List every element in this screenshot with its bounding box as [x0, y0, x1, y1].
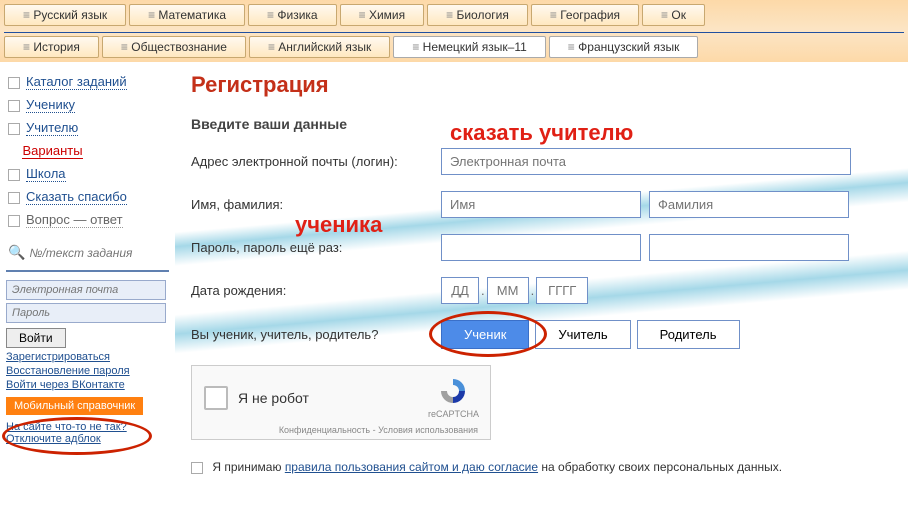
tab-english[interactable]: Английский язык — [249, 36, 390, 58]
role-student-button[interactable]: Ученик — [441, 320, 529, 349]
sidebar-item-thanks[interactable]: Сказать спасибо — [6, 185, 169, 208]
tab-chemistry[interactable]: Химия — [340, 4, 425, 26]
role-label: Вы ученик, учитель, родитель? — [191, 327, 441, 342]
name-label: Имя, фамилия: — [191, 197, 441, 212]
login-password-input[interactable] — [6, 303, 166, 323]
tab-social[interactable]: Обществознание — [102, 36, 246, 58]
tab-german[interactable]: Немецкий язык–11 — [393, 36, 545, 58]
tab-physics[interactable]: Физика — [248, 4, 337, 26]
search-box: 🔍 — [6, 241, 169, 264]
dob-month-input[interactable] — [487, 277, 529, 304]
sidebar-item-school[interactable]: Школа — [6, 162, 169, 185]
register-link[interactable]: Зарегистрироваться — [6, 350, 169, 364]
adblock-link[interactable]: Отключите адблок — [6, 433, 169, 445]
tab-geography[interactable]: География — [531, 4, 639, 26]
password-label: Пароль, пароль ещё раз: — [191, 240, 441, 255]
dob-day-input[interactable] — [441, 277, 479, 304]
dob-label: Дата рождения: — [191, 283, 441, 298]
tab-russian[interactable]: Русский язык — [4, 4, 126, 26]
page-title: Регистрация — [191, 72, 892, 98]
site-issue-link[interactable]: На сайте что-то не так? — [6, 421, 169, 433]
email-label: Адрес электронной почты (логин): — [191, 154, 441, 169]
sidebar-item-student[interactable]: Ученику — [6, 93, 169, 116]
login-email-input[interactable] — [6, 280, 166, 300]
email-input[interactable] — [441, 148, 851, 175]
mobile-reference-button[interactable]: Мобильный справочник — [6, 397, 143, 415]
tab-math[interactable]: Математика — [129, 4, 245, 26]
password-confirm-input[interactable] — [649, 234, 849, 261]
login-box: Войти Зарегистрироваться Восстановление … — [6, 280, 169, 392]
login-button[interactable]: Войти — [6, 328, 66, 348]
sidebar-item-qa[interactable]: Вопрос — ответ — [6, 208, 169, 231]
restore-password-link[interactable]: Восстановление пароля — [6, 364, 169, 378]
firstname-input[interactable] — [441, 191, 641, 218]
recaptcha-terms: Конфиденциальность - Условия использован… — [204, 425, 478, 435]
recaptcha-label: Я не робот — [238, 390, 428, 406]
sidebar-item-catalog[interactable]: Каталог заданий — [6, 70, 169, 93]
tab-biology[interactable]: Биология — [427, 4, 528, 26]
lastname-input[interactable] — [649, 191, 849, 218]
sidebar-item-variants[interactable]: Варианты — [6, 139, 169, 162]
consent-row[interactable]: Я принимаю правила пользования сайтом и … — [191, 460, 892, 474]
sidebar-item-teacher[interactable]: Учителю — [6, 116, 169, 139]
recaptcha-widget: Я не робот reCAPTCHA Конфиденциальность … — [191, 365, 491, 440]
sidebar: Каталог заданий Ученику Учителю Варианты… — [0, 62, 175, 484]
page-subtitle: Введите ваши данные — [191, 116, 892, 132]
recaptcha-checkbox[interactable] — [204, 386, 228, 410]
dob-year-input[interactable] — [536, 277, 588, 304]
role-parent-button[interactable]: Родитель — [637, 320, 740, 349]
search-icon: 🔍 — [8, 244, 25, 261]
tab-french[interactable]: Французский язык — [549, 36, 699, 58]
role-teacher-button[interactable]: Учитель — [535, 320, 630, 349]
search-input[interactable] — [29, 246, 159, 260]
password-input[interactable] — [441, 234, 641, 261]
content-area: Регистрация Введите ваши данные сказать … — [175, 62, 908, 484]
tab-history[interactable]: История — [4, 36, 99, 58]
top-subject-tabs: Русский язык Математика Физика Химия Био… — [0, 0, 908, 62]
recaptcha-logo: reCAPTCHA — [428, 376, 478, 419]
tab-more[interactable]: Ок — [642, 4, 705, 26]
consent-link[interactable]: правила пользования сайтом и даю согласи… — [285, 460, 538, 474]
vk-login-link[interactable]: Войти через ВКонтакте — [6, 378, 169, 392]
